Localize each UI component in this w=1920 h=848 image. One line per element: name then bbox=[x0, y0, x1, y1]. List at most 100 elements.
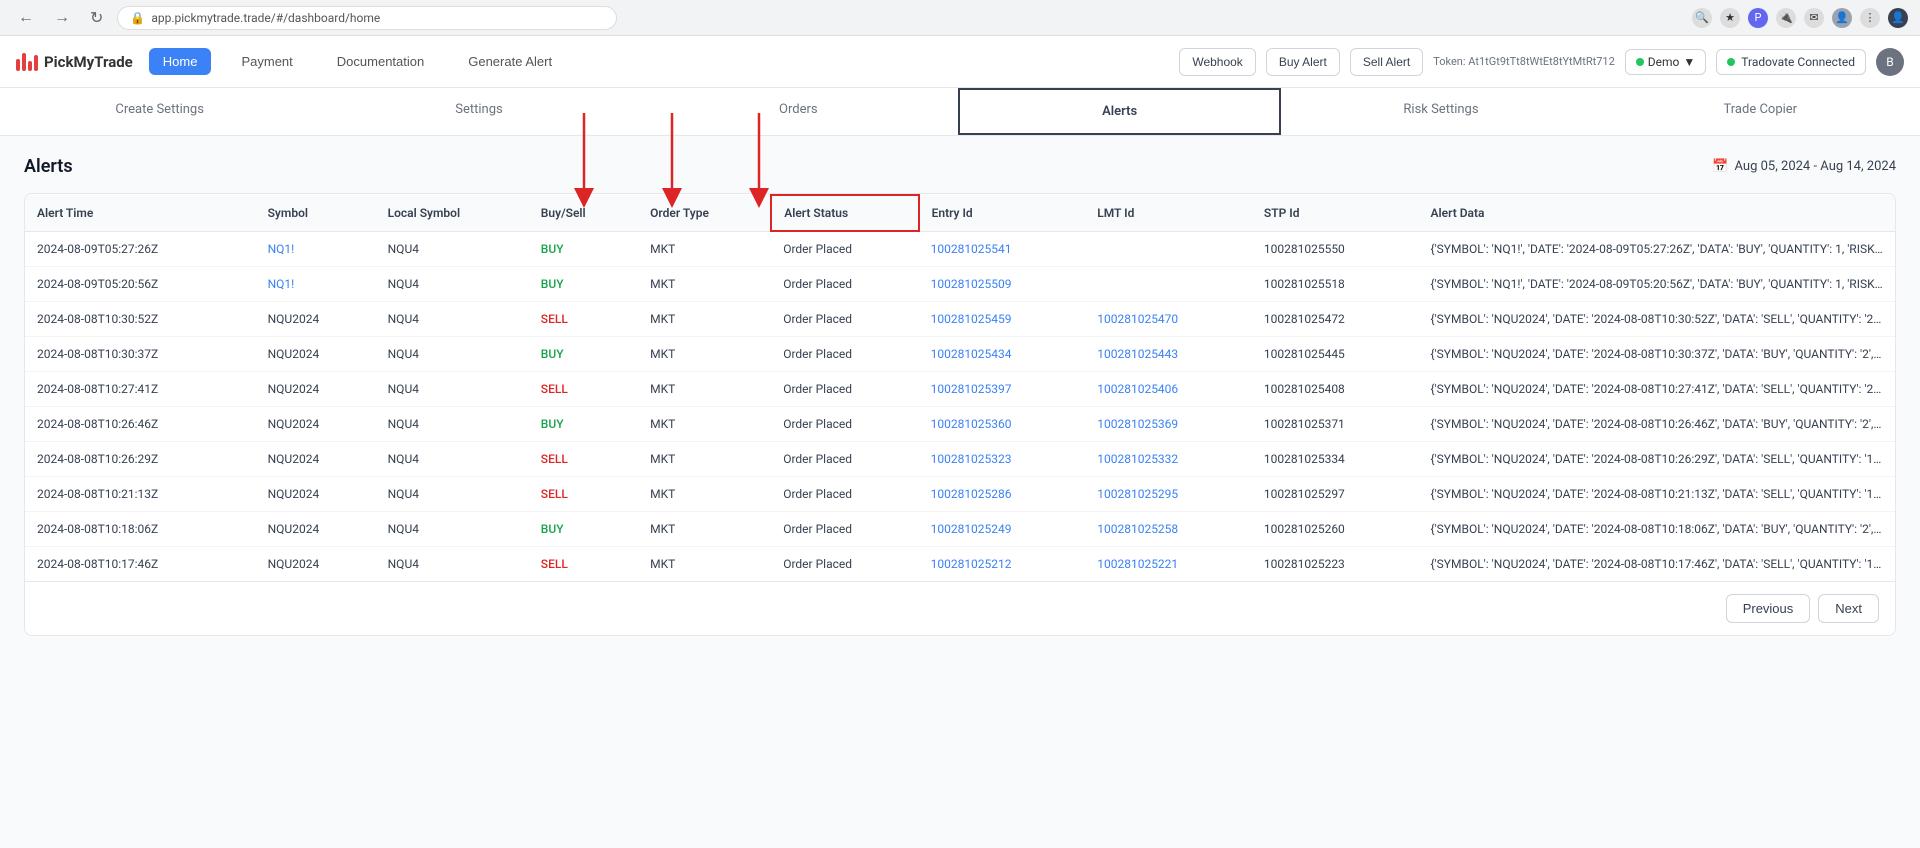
cell-local-symbol: NQU4 bbox=[376, 512, 529, 547]
demo-select[interactable]: Demo ▼ bbox=[1625, 49, 1707, 75]
logo-bar-3 bbox=[28, 61, 32, 71]
bookmark-icon[interactable]: ★ bbox=[1720, 8, 1740, 28]
user-avatar[interactable]: B bbox=[1876, 48, 1904, 76]
cell-entry-id[interactable]: 100281025509 bbox=[919, 267, 1086, 302]
nav-generate-alert[interactable]: Generate Alert bbox=[454, 48, 566, 75]
refresh-button[interactable]: ↻ bbox=[84, 6, 109, 30]
table-row: 2024-08-08T10:18:06Z NQU2024 NQU4 BUY MK… bbox=[25, 512, 1895, 547]
cell-alert-data: {'SYMBOL': 'NQ1!', 'DATE': '2024-08-09T0… bbox=[1419, 231, 1895, 267]
cell-alert-time: 2024-08-08T10:21:13Z bbox=[25, 477, 256, 512]
col-local-symbol: Local Symbol bbox=[376, 195, 529, 231]
extension-icon[interactable]: P bbox=[1748, 8, 1768, 28]
url-text: app.pickmytrade.trade/#/dashboard/home bbox=[151, 11, 380, 25]
cell-buy-sell: SELL bbox=[529, 547, 638, 582]
subnav-create-settings[interactable]: Create Settings bbox=[0, 88, 319, 135]
cell-lmt-id bbox=[1085, 267, 1252, 302]
cell-stp-id: 100281025223 bbox=[1252, 547, 1419, 582]
cell-lmt-id[interactable]: 100281025295 bbox=[1085, 477, 1252, 512]
subnav-settings[interactable]: Settings bbox=[319, 88, 638, 135]
logo-bar-2 bbox=[22, 53, 26, 71]
cell-stp-id: 100281025445 bbox=[1252, 337, 1419, 372]
tradovate-connected: Tradovate Connected bbox=[1716, 49, 1866, 75]
cell-alert-data: {'SYMBOL': 'NQU2024', 'DATE': '2024-08-0… bbox=[1419, 477, 1895, 512]
cell-lmt-id[interactable]: 100281025258 bbox=[1085, 512, 1252, 547]
cell-alert-time: 2024-08-08T10:30:52Z bbox=[25, 302, 256, 337]
cell-entry-id[interactable]: 100281025249 bbox=[919, 512, 1086, 547]
cell-alert-time: 2024-08-08T10:30:37Z bbox=[25, 337, 256, 372]
cell-lmt-id[interactable]: 100281025406 bbox=[1085, 372, 1252, 407]
cell-local-symbol: NQU4 bbox=[376, 267, 529, 302]
cell-symbol: NQU2024 bbox=[256, 442, 376, 477]
cell-entry-id[interactable]: 100281025212 bbox=[919, 547, 1086, 582]
cell-alert-time: 2024-08-08T10:18:06Z bbox=[25, 512, 256, 547]
cell-lmt-id[interactable]: 100281025470 bbox=[1085, 302, 1252, 337]
cell-entry-id[interactable]: 100281025286 bbox=[919, 477, 1086, 512]
app-header: PickMyTrade Home Payment Documentation G… bbox=[0, 36, 1920, 88]
menu-icon[interactable]: ⋮ bbox=[1860, 8, 1880, 28]
cell-entry-id[interactable]: 100281025459 bbox=[919, 302, 1086, 337]
back-button[interactable]: ← bbox=[12, 7, 40, 29]
cell-entry-id[interactable]: 100281025434 bbox=[919, 337, 1086, 372]
webhook-button[interactable]: Webhook bbox=[1179, 48, 1255, 76]
subnav-orders[interactable]: Orders bbox=[639, 88, 958, 135]
cell-alert-time: 2024-08-08T10:26:29Z bbox=[25, 442, 256, 477]
cell-buy-sell: SELL bbox=[529, 442, 638, 477]
cell-alert-status: Order Placed bbox=[771, 512, 918, 547]
cell-order-type: MKT bbox=[638, 231, 771, 267]
cell-lmt-id[interactable]: 100281025443 bbox=[1085, 337, 1252, 372]
avatar-icon[interactable]: 👤 bbox=[1832, 8, 1852, 28]
cell-alert-time: 2024-08-09T05:27:26Z bbox=[25, 231, 256, 267]
next-button[interactable]: Next bbox=[1818, 594, 1879, 623]
cell-alert-data: {'SYMBOL': 'NQ1!', 'DATE': '2024-08-09T0… bbox=[1419, 267, 1895, 302]
cell-alert-data: {'SYMBOL': 'NQU2024', 'DATE': '2024-08-0… bbox=[1419, 407, 1895, 442]
cell-lmt-id[interactable]: 100281025369 bbox=[1085, 407, 1252, 442]
cell-symbol[interactable]: NQ1! bbox=[256, 267, 376, 302]
demo-green-dot bbox=[1636, 58, 1644, 66]
forward-button[interactable]: → bbox=[48, 7, 76, 29]
cell-stp-id: 100281025472 bbox=[1252, 302, 1419, 337]
cell-order-type: MKT bbox=[638, 477, 771, 512]
sell-alert-button[interactable]: Sell Alert bbox=[1350, 48, 1423, 76]
url-bar[interactable]: 🔒 app.pickmytrade.trade/#/dashboard/home bbox=[117, 6, 617, 30]
cell-alert-time: 2024-08-09T05:20:56Z bbox=[25, 267, 256, 302]
mail-icon[interactable]: ✉ bbox=[1804, 8, 1824, 28]
nav-documentation[interactable]: Documentation bbox=[323, 48, 438, 75]
subnav-risk-settings[interactable]: Risk Settings bbox=[1281, 88, 1600, 135]
cell-lmt-id[interactable]: 100281025221 bbox=[1085, 547, 1252, 582]
cell-order-type: MKT bbox=[638, 442, 771, 477]
logo-bar-1 bbox=[16, 59, 20, 71]
plugin-icon[interactable]: 🔌 bbox=[1776, 8, 1796, 28]
nav-home[interactable]: Home bbox=[149, 48, 212, 75]
col-alert-status: Alert Status bbox=[771, 195, 918, 231]
table-row: 2024-08-08T10:27:41Z NQU2024 NQU4 SELL M… bbox=[25, 372, 1895, 407]
buy-alert-button[interactable]: Buy Alert bbox=[1266, 48, 1340, 76]
cell-local-symbol: NQU4 bbox=[376, 477, 529, 512]
page-title-bar: Alerts 📅 Aug 05, 2024 - Aug 14, 2024 bbox=[24, 156, 1896, 177]
cell-entry-id[interactable]: 100281025541 bbox=[919, 231, 1086, 267]
token-text: Token: At1tGt9tTt8tWtEt8tYtMtRt712 bbox=[1433, 55, 1615, 68]
cell-symbol: NQU2024 bbox=[256, 547, 376, 582]
logo-bar-4 bbox=[34, 55, 38, 71]
cell-stp-id: 100281025371 bbox=[1252, 407, 1419, 442]
user-icon[interactable]: 👤 bbox=[1888, 8, 1908, 28]
table-row: 2024-08-08T10:17:46Z NQU2024 NQU4 SELL M… bbox=[25, 547, 1895, 582]
cell-symbol[interactable]: NQ1! bbox=[256, 231, 376, 267]
cell-alert-time: 2024-08-08T10:17:46Z bbox=[25, 547, 256, 582]
nav-payment[interactable]: Payment bbox=[227, 48, 306, 75]
cell-lmt-id[interactable]: 100281025332 bbox=[1085, 442, 1252, 477]
cell-entry-id[interactable]: 100281025360 bbox=[919, 407, 1086, 442]
previous-button[interactable]: Previous bbox=[1726, 594, 1811, 623]
cell-order-type: MKT bbox=[638, 372, 771, 407]
cell-entry-id[interactable]: 100281025323 bbox=[919, 442, 1086, 477]
tradovate-label: Tradovate Connected bbox=[1741, 55, 1855, 69]
subnav-alerts[interactable]: Alerts bbox=[958, 88, 1281, 135]
table-row: 2024-08-08T10:30:37Z NQU2024 NQU4 BUY MK… bbox=[25, 337, 1895, 372]
date-range: 📅 Aug 05, 2024 - Aug 14, 2024 bbox=[1712, 159, 1896, 174]
cell-alert-data: {'SYMBOL': 'NQU2024', 'DATE': '2024-08-0… bbox=[1419, 547, 1895, 582]
subnav-trade-copier[interactable]: Trade Copier bbox=[1601, 88, 1920, 135]
cell-order-type: MKT bbox=[638, 302, 771, 337]
cell-alert-time: 2024-08-08T10:27:41Z bbox=[25, 372, 256, 407]
pagination: Previous Next bbox=[25, 581, 1895, 635]
search-icon[interactable]: 🔍 bbox=[1692, 8, 1712, 28]
cell-entry-id[interactable]: 100281025397 bbox=[919, 372, 1086, 407]
